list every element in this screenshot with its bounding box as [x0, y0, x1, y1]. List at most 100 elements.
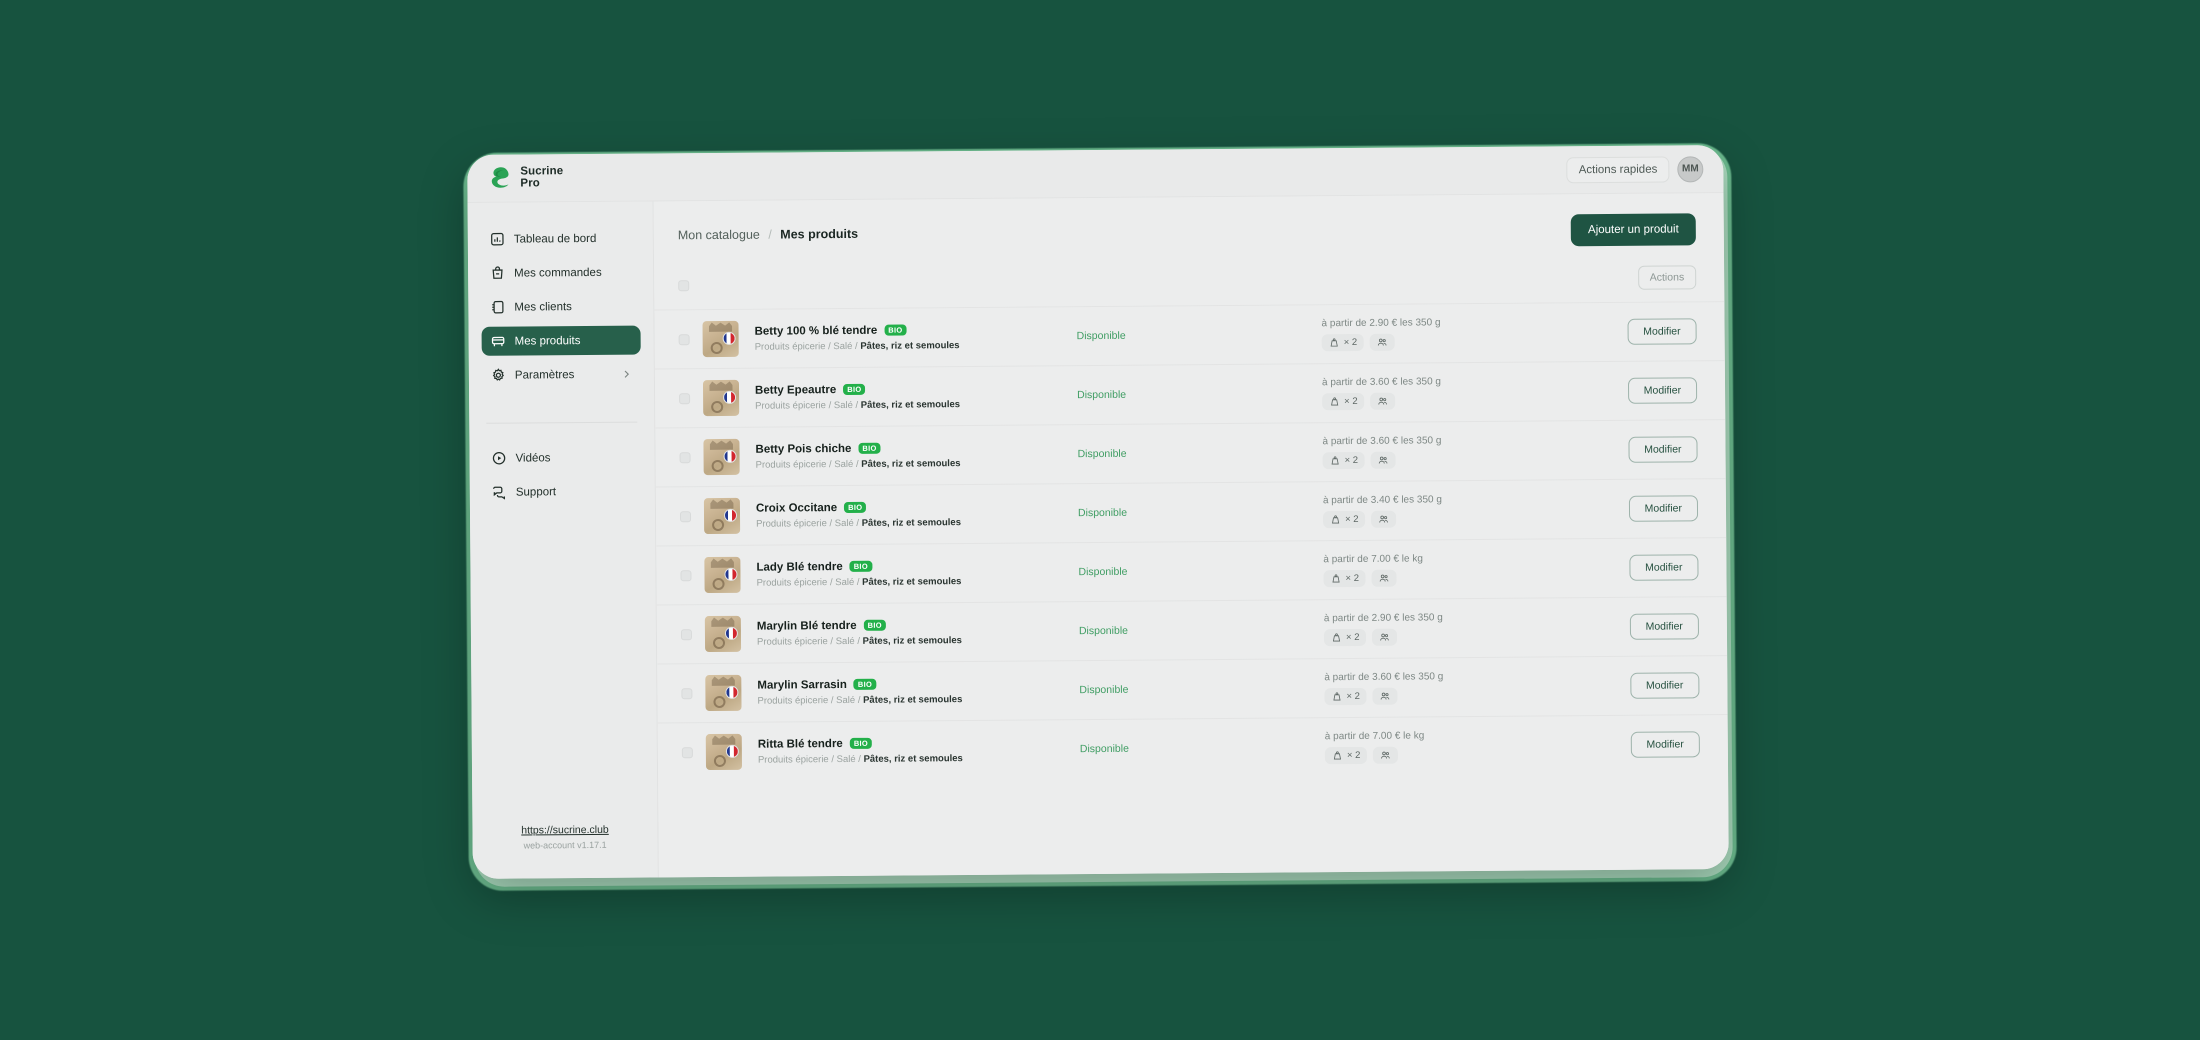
edit-product-button[interactable]: Modifier [1629, 672, 1700, 699]
customer-group-chip[interactable] [1370, 392, 1396, 410]
customer-group-chip[interactable] [1371, 510, 1397, 528]
row-checkbox[interactable] [679, 392, 691, 404]
add-product-button[interactable]: Ajouter un produit [1570, 213, 1696, 247]
product-name-line: Marylin Sarrasin BIO [757, 677, 1079, 691]
edit-product-button[interactable]: Modifier [1628, 495, 1699, 522]
table-row[interactable]: Lady Blé tendre BIO Produits épicerie / … [656, 537, 1727, 605]
sidebar-item-support[interactable]: Support [483, 477, 642, 507]
quantity-label: × 2 [1344, 454, 1359, 466]
product-price: à partir de 3.60 € les 350 g [1321, 375, 1442, 388]
users-group-icon [1380, 574, 1389, 582]
status-badge: Disponible [1077, 388, 1127, 402]
product-name-cell: Lady Blé tendre BIO Produits épicerie / … [756, 559, 1078, 589]
table-row[interactable]: Marylin Sarrasin BIO Produits épicerie /… [657, 655, 1728, 723]
breadcrumb-separator: / [768, 227, 772, 242]
row-checkbox[interactable] [680, 628, 692, 640]
product-name: Betty 100 % blé tendre [754, 324, 878, 338]
product-thumbnail [704, 556, 741, 594]
edit-product-button[interactable]: Modifier [1630, 731, 1700, 758]
bio-badge: BIO [843, 383, 866, 396]
weight-quantity-chip[interactable]: × 2 [1322, 451, 1366, 469]
weight-quantity-chip[interactable]: × 2 [1323, 628, 1367, 646]
product-chips: × 2 [1324, 744, 1616, 764]
customer-group-chip[interactable] [1370, 333, 1396, 351]
weight-quantity-chip[interactable]: × 2 [1322, 392, 1365, 410]
top-bar-right: Actions rapides MM [1566, 155, 1704, 183]
product-action-cell: Modifier [1613, 436, 1698, 463]
customer-group-chip[interactable] [1372, 628, 1398, 646]
row-checkbox[interactable] [678, 333, 690, 345]
users-group-icon [1378, 338, 1387, 346]
row-checkbox[interactable] [681, 746, 693, 758]
breadcrumb-parent[interactable]: Mon catalogue [678, 228, 760, 243]
bulk-actions-button[interactable]: Actions [1637, 265, 1697, 290]
quantity-label: × 2 [1344, 395, 1358, 407]
sidebar-item-label: Mes clients [514, 300, 572, 314]
product-price-cell: à partir de 3.60 € les 350 g × 2 [1321, 374, 1613, 410]
sidebar-item-tableau-de-bord[interactable]: Tableau de bord [481, 224, 640, 254]
product-thumbnail [705, 674, 742, 712]
french-flag-icon [722, 331, 736, 345]
sidebar-item-parametres[interactable]: Paramètres [482, 360, 641, 390]
select-all-checkbox[interactable] [678, 279, 690, 291]
product-thumbnail [705, 733, 743, 771]
category-leaf: Pâtes, riz et semoules [860, 339, 960, 352]
product-chips: × 2 [1324, 685, 1615, 705]
weight-quantity-chip[interactable]: × 2 [1323, 569, 1367, 587]
weight-icon [1333, 750, 1342, 760]
customer-group-chip[interactable] [1372, 687, 1399, 705]
product-chips: × 2 [1322, 449, 1614, 469]
bio-badge: BIO [858, 442, 881, 455]
sidebar-item-mes-produits[interactable]: Mes produits [481, 325, 641, 356]
avatar[interactable]: MM [1677, 155, 1704, 182]
quick-actions-button[interactable]: Actions rapides [1566, 156, 1670, 183]
bag-top-shape [710, 440, 733, 450]
edit-product-button[interactable]: Modifier [1627, 318, 1697, 345]
table-row[interactable]: Croix Occitane BIO Produits épicerie / S… [655, 478, 1727, 546]
category-leaf: Pâtes, riz et semoules [860, 398, 961, 411]
breadcrumb: Mon catalogue / Mes produits [678, 220, 858, 242]
users-group-icon [1380, 633, 1390, 641]
table-row[interactable]: Ritta Blé tendre BIO Produits épicerie /… [657, 714, 1729, 782]
product-thumbnail [704, 615, 742, 653]
table-row[interactable]: Betty Epeautre BIO Produits épicerie / S… [654, 360, 1726, 428]
product-category: Produits épicerie / Salé / Pâtes, riz et… [758, 752, 1080, 766]
edit-product-button[interactable]: Modifier [1627, 377, 1698, 404]
product-chips: × 2 [1321, 331, 1613, 351]
site-link[interactable]: https://sucrine.club [485, 824, 644, 837]
edit-product-button[interactable]: Modifier [1628, 554, 1699, 581]
edit-product-button[interactable]: Modifier [1628, 436, 1698, 463]
row-checkbox[interactable] [679, 451, 691, 463]
weight-icon [1332, 632, 1341, 642]
product-category: Produits épicerie / Salé / Pâtes, riz et… [757, 575, 1079, 589]
french-flag-icon [724, 567, 738, 581]
product-status-cell: Disponible [1079, 682, 1324, 696]
sidebar-item-mes-clients[interactable]: Mes clients [481, 292, 640, 322]
weight-quantity-chip[interactable]: × 2 [1322, 510, 1366, 528]
product-status-cell: Disponible [1080, 741, 1325, 755]
sidebar-item-videos[interactable]: Vidéos [482, 443, 641, 473]
sidebar-item-mes-commandes[interactable]: Mes commandes [481, 258, 640, 288]
table-row[interactable]: Marylin Blé tendre BIO Produits épicerie… [656, 596, 1728, 664]
table-row[interactable]: Betty 100 % blé tendre BIO Produits épic… [654, 301, 1725, 369]
row-checkbox[interactable] [679, 510, 692, 522]
product-status-cell: Disponible [1078, 505, 1323, 519]
product-name-line: Marylin Blé tendre BIO [757, 618, 1079, 632]
customer-group-chip[interactable] [1371, 451, 1397, 469]
customer-group-chip[interactable] [1373, 746, 1399, 764]
customer-group-chip[interactable] [1371, 569, 1398, 587]
category-prefix: Produits épicerie / Salé / [755, 458, 862, 471]
edit-product-button[interactable]: Modifier [1629, 613, 1700, 640]
row-checkbox[interactable] [680, 569, 692, 581]
weight-quantity-chip[interactable]: × 2 [1321, 333, 1365, 351]
table-row[interactable]: Betty Pois chiche BIO Produits épicerie … [655, 419, 1726, 487]
sidebar: Tableau de bord Mes commandes Mes client… [467, 201, 659, 879]
french-flag-icon [723, 449, 737, 463]
category-prefix: Produits épicerie / Salé / [756, 576, 863, 589]
brand-logo[interactable]: Sucrine Pro [489, 165, 563, 192]
weight-quantity-chip[interactable]: × 2 [1324, 746, 1368, 764]
weight-quantity-chip[interactable]: × 2 [1324, 687, 1368, 705]
product-price: à partir de 3.60 € les 350 g [1322, 434, 1442, 447]
product-name-cell: Ritta Blé tendre BIO Produits épicerie /… [758, 736, 1080, 766]
row-checkbox[interactable] [681, 687, 693, 699]
